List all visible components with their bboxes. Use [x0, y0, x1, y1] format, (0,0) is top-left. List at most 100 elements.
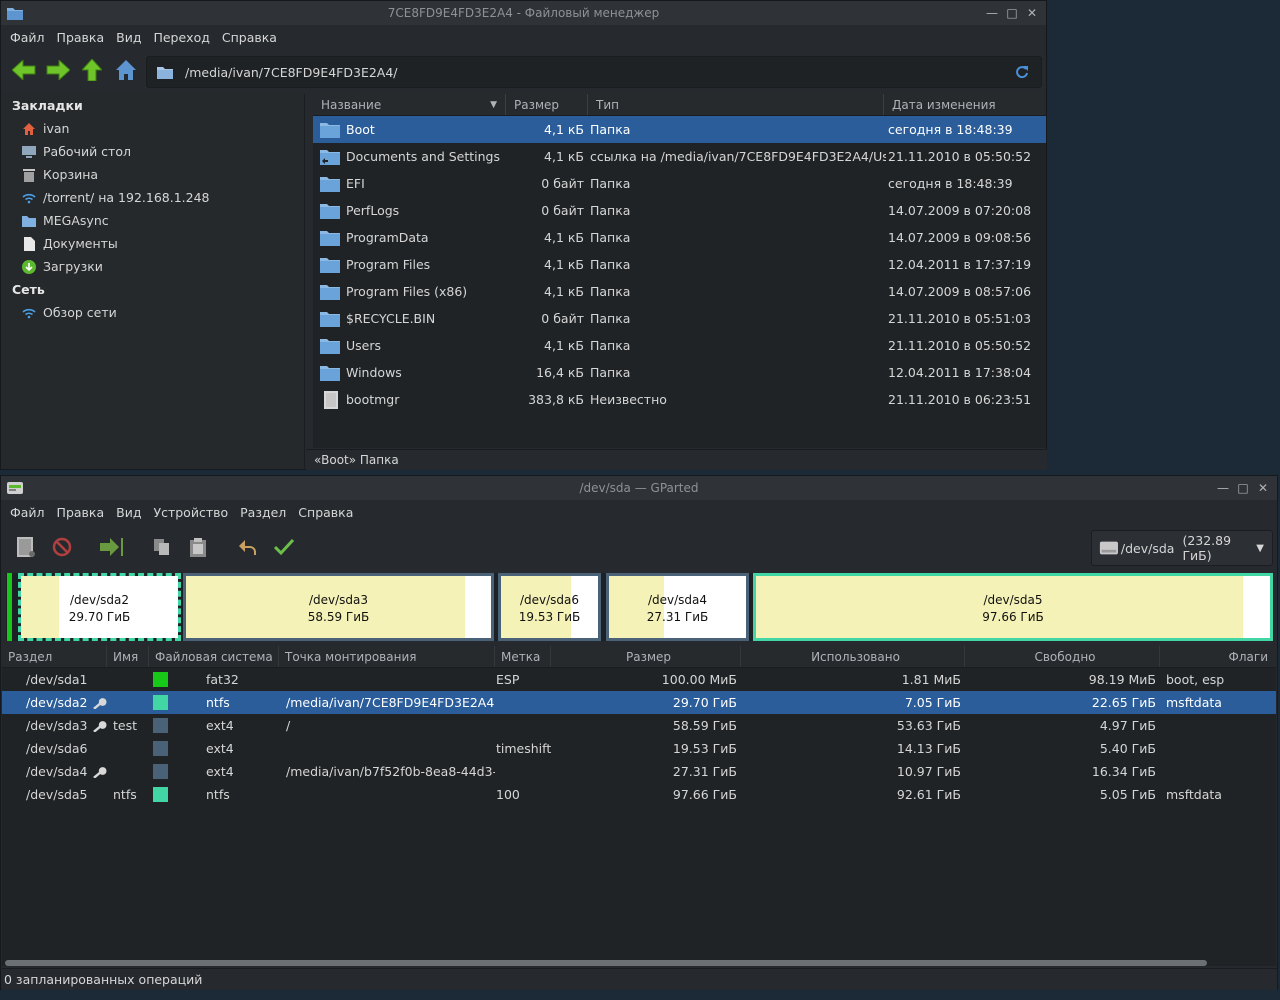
column-used[interactable]: Использовано — [741, 646, 965, 667]
column-name[interactable]: Имя — [107, 646, 149, 667]
key-icon — [92, 697, 107, 709]
menu-edit[interactable]: Правка — [51, 30, 111, 45]
apply-button[interactable] — [269, 532, 299, 562]
menu-edit[interactable]: Правка — [51, 505, 111, 520]
file-row[interactable]: Windows 16,4 кБ Папка 12.04.2011 в 17:38:04 — [313, 359, 1046, 386]
delete-partition-button[interactable] — [47, 532, 77, 562]
wifi-icon — [22, 306, 36, 320]
partition-row[interactable]: /dev/sda4 ext4/media/ivan/b7f52f0b-8ea8-4… — [2, 760, 1276, 783]
gp-titlebar[interactable]: /dev/sda — GParted — □ ✕ — [1, 476, 1277, 500]
partition-block-sda6[interactable]: /dev/sda6 19.53 ГиБ — [498, 573, 601, 641]
column-name[interactable]: Название ▼ — [313, 94, 506, 115]
menu-partition[interactable]: Раздел — [234, 505, 292, 520]
copy-icon — [154, 539, 169, 555]
file-list: Название ▼ Размер Тип Дата изменения Boot… — [313, 94, 1046, 448]
partition-size: 97.66 ГиБ — [672, 787, 737, 802]
partition-flags: msftdata — [1166, 787, 1222, 802]
menu-file[interactable]: Файл — [4, 505, 51, 520]
partition-row[interactable]: /dev/sda2 ntfs/media/ivan/7CE8FD9E4FD3E2A… — [2, 691, 1276, 714]
maximize-icon[interactable]: □ — [1002, 4, 1022, 22]
minimize-icon[interactable]: — — [1213, 479, 1233, 497]
partition-row[interactable]: /dev/sda5 ntfs ntfs 100 97.66 ГиБ 92.61 ГиБ 5.… — [2, 783, 1276, 806]
home-icon — [116, 60, 136, 80]
menu-help[interactable]: Справка — [292, 505, 359, 520]
column-filesystem[interactable]: Файловая система — [149, 646, 279, 667]
sidebar-item-documents[interactable]: Документы — [2, 232, 304, 255]
file-row[interactable]: PerfLogs 0 байт Папка 14.07.2009 в 07:20:08 — [313, 197, 1046, 224]
sidebar-item-trash[interactable]: Корзина — [2, 163, 304, 186]
column-size[interactable]: Размер — [551, 646, 741, 667]
location-bar[interactable]: /media/ivan/7CE8FD9E4FD3E2A4/ — [146, 56, 1042, 88]
sidebar-item-torrent-share[interactable]: /torrent/ на 192.168.1.248 — [2, 186, 304, 209]
file-size: 4,1 кБ — [544, 149, 584, 164]
paste-button[interactable] — [183, 532, 213, 562]
sidebar-item-megasync[interactable]: MEGAsync — [2, 209, 304, 232]
column-mountpoint[interactable]: Точка монтирования — [279, 646, 495, 667]
column-date[interactable]: Дата изменения — [884, 94, 1046, 115]
partition-size: 27.31 ГиБ — [672, 764, 737, 779]
menu-file[interactable]: Файл — [4, 30, 51, 45]
partition-row[interactable]: /dev/sda1 fat32 ESP 100.00 МиБ 1.81 МиБ 98.19… — [2, 668, 1276, 691]
partition-block-sda4[interactable]: /dev/sda4 27.31 ГиБ — [606, 573, 749, 641]
file-date: 14.07.2009 в 09:08:56 — [888, 230, 1032, 245]
file-row[interactable]: $RECYCLE.BIN 0 байт Папка 21.11.2010 в 05:5… — [313, 305, 1046, 332]
column-free[interactable]: Свободно — [965, 646, 1160, 667]
sidebar-item-downloads[interactable]: Загрузки — [2, 255, 304, 278]
menu-help[interactable]: Справка — [216, 30, 283, 45]
column-type[interactable]: Тип — [588, 94, 884, 115]
reload-button[interactable] — [1011, 61, 1033, 83]
menu-view[interactable]: Вид — [110, 30, 147, 45]
file-row[interactable]: Documents and Settings 4,1 кБ ссылка на /m… — [313, 143, 1046, 170]
file-name: bootmgr — [346, 392, 400, 407]
partition-block-sda1[interactable] — [6, 573, 15, 641]
partition-table-header: Раздел Имя Файловая система Точка монтир… — [2, 646, 1276, 668]
file-date: 14.07.2009 в 08:57:06 — [888, 284, 1032, 299]
new-partition-button[interactable] — [11, 532, 41, 562]
column-flags[interactable]: Флаги — [1160, 646, 1270, 667]
filesystem-color-swatch — [153, 764, 168, 779]
sidebar-item-desktop[interactable]: Рабочий стол — [2, 140, 304, 163]
location-path[interactable]: /media/ivan/7CE8FD9E4FD3E2A4/ — [185, 65, 1011, 80]
horizontal-scrollbar[interactable] — [5, 960, 1207, 966]
partition-row[interactable]: /dev/sda3 test ext4 / 58.59 ГиБ 53.63 ГиБ 4.97… — [2, 714, 1276, 737]
menu-device[interactable]: Устройство — [147, 505, 234, 520]
sidebar-item-home[interactable]: ivan — [2, 117, 304, 140]
close-icon[interactable]: ✕ — [1253, 479, 1273, 497]
partition-name: /dev/sda3 — [308, 593, 369, 607]
minimize-icon[interactable]: — — [982, 4, 1002, 22]
partition-block-sda2[interactable]: /dev/sda2 29.70 ГиБ — [18, 573, 181, 641]
file-row[interactable]: EFI 0 байт Папка сегодня в 18:48:39 — [313, 170, 1046, 197]
fm-titlebar[interactable]: 7CE8FD9E4FD3E2A4 - Файловый менеджер — □… — [1, 1, 1046, 25]
partition-row[interactable]: /dev/sda6 ext4 timeshift 19.53 ГиБ 14.13 ГиБ… — [2, 737, 1276, 760]
file-row[interactable]: Program Files (x86) 4,1 кБ Папка 14.07.2009… — [313, 278, 1046, 305]
copy-button[interactable] — [147, 532, 177, 562]
partition-block-sda5[interactable]: /dev/sda5 97.66 ГиБ — [753, 573, 1273, 641]
close-icon[interactable]: ✕ — [1022, 4, 1042, 22]
resize-move-button[interactable] — [97, 532, 127, 562]
up-button[interactable] — [75, 54, 109, 86]
folder-icon — [320, 365, 340, 381]
file-row[interactable]: bootmgr 383,8 кБ Неизвестно 21.11.2010 в 06… — [313, 386, 1046, 413]
back-button[interactable] — [7, 54, 41, 86]
menu-view[interactable]: Вид — [110, 505, 147, 520]
file-size: 4,1 кБ — [544, 230, 584, 245]
menu-go[interactable]: Переход — [147, 30, 215, 45]
sidebar-item-network-browse[interactable]: Обзор сети — [2, 301, 304, 324]
column-size[interactable]: Размер — [506, 94, 588, 115]
partition-block-sda3[interactable]: /dev/sda3 58.59 ГиБ — [183, 573, 494, 641]
partition-flags: boot, esp — [1166, 672, 1225, 687]
file-date: 12.04.2011 в 17:37:19 — [888, 257, 1032, 272]
file-row[interactable]: Boot 4,1 кБ Папка сегодня в 18:48:39 — [313, 116, 1046, 143]
file-row[interactable]: Users 4,1 кБ Папка 21.11.2010 в 05:50:52 — [313, 332, 1046, 359]
file-row[interactable]: ProgramData 4,1 кБ Папка 14.07.2009 в 09:08… — [313, 224, 1046, 251]
home-button[interactable] — [109, 54, 143, 86]
forward-button[interactable] — [41, 54, 75, 86]
file-row[interactable]: Program Files 4,1 кБ Папка 12.04.2011 в 17:… — [313, 251, 1046, 278]
column-partition[interactable]: Раздел — [2, 646, 107, 667]
partition-free: 4.97 ГиБ — [1099, 718, 1156, 733]
column-label[interactable]: Метка — [495, 646, 551, 667]
undo-button[interactable] — [233, 532, 263, 562]
maximize-icon[interactable]: □ — [1233, 479, 1253, 497]
device-selector[interactable]: /dev/sda (232.89 ГиБ) ▼ — [1091, 530, 1273, 566]
gp-toolbar: /dev/sda (232.89 ГиБ) ▼ — [1, 524, 1277, 570]
